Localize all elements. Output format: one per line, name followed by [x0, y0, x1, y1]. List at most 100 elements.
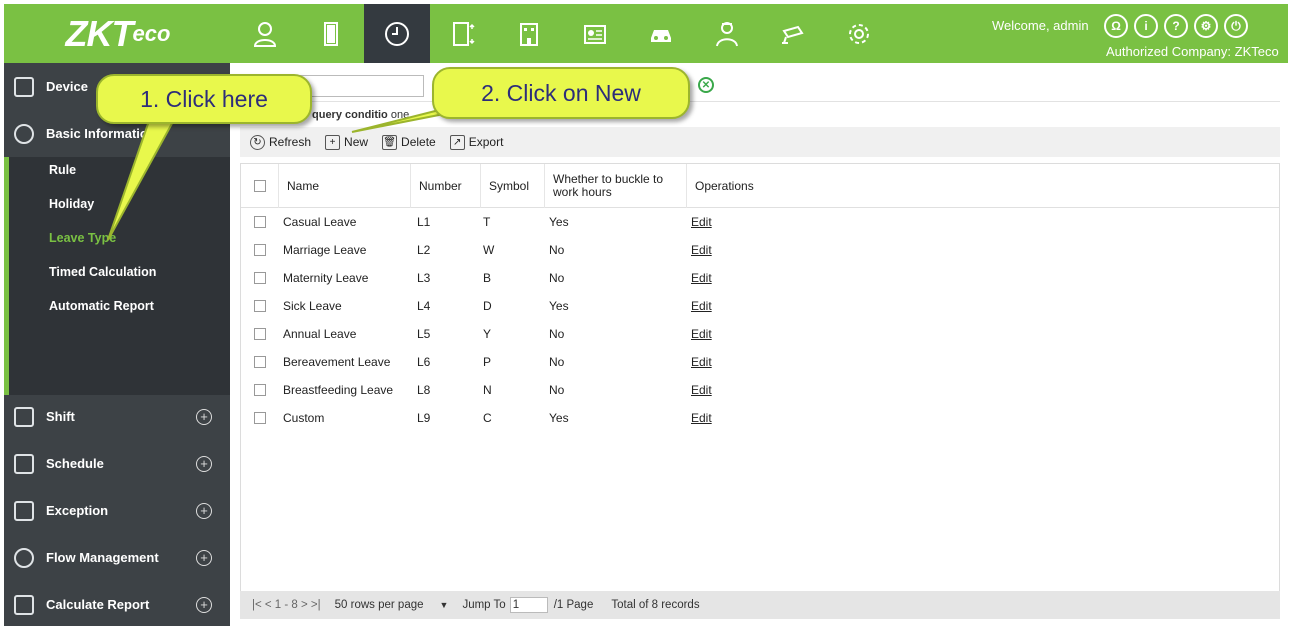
header-symbol[interactable]: Symbol — [481, 164, 545, 208]
expand-icon[interactable]: + — [196, 455, 212, 472]
parking-module-icon[interactable] — [628, 4, 694, 63]
row-checkbox[interactable] — [254, 216, 266, 228]
settings-icon[interactable]: ⚙ — [1194, 14, 1218, 38]
sidebar-item-automatic-report[interactable]: Automatic Report — [49, 299, 154, 313]
sidebar-item-label: Calculate Report — [46, 597, 150, 612]
patrol-module-icon[interactable] — [694, 4, 760, 63]
query-conditions: query conditio one — [312, 109, 409, 121]
logout-icon[interactable]: ⏻ — [1224, 14, 1248, 38]
table-row[interactable]: Sick Leave L4 D Yes Edit — [241, 292, 1279, 320]
header-name[interactable]: Name — [279, 164, 411, 208]
row-checkbox-cell — [241, 376, 279, 404]
export-icon: ↗ — [449, 134, 465, 150]
expand-icon[interactable]: + — [196, 408, 212, 425]
table-row[interactable]: Annual Leave L5 Y No Edit — [241, 320, 1279, 348]
select-all-checkbox[interactable] — [253, 180, 266, 192]
rows-per-page[interactable]: 50 rows per page — [335, 599, 424, 611]
table-row[interactable]: Casual Leave L1 T Yes Edit — [241, 208, 1279, 236]
sidebar-item-timed-calculation[interactable]: Timed Calculation — [49, 265, 156, 279]
cell-buckle: Yes — [549, 299, 569, 313]
elevator-module-icon[interactable] — [430, 4, 496, 63]
basic-information-submenu: Rule Holiday Leave Type Timed Calculatio… — [4, 157, 230, 395]
row-checkbox[interactable] — [254, 244, 266, 256]
refresh-button[interactable]: ↻ Refresh — [250, 134, 312, 150]
cell-buckle: No — [549, 383, 565, 397]
sidebar-item-flow-management[interactable]: Flow Management + — [4, 534, 230, 581]
sidebar-item-rule[interactable]: Rule — [49, 163, 76, 177]
sidebar-item-label: Schedule — [46, 456, 104, 471]
sidebar-item-calculate-report[interactable]: Calculate Report + — [4, 581, 230, 626]
help-icon[interactable]: ? — [1164, 14, 1188, 38]
personal-icon[interactable]: Ω — [1104, 14, 1128, 38]
table-row[interactable]: Breastfeeding Leave L8 N No Edit — [241, 376, 1279, 404]
logo-tail-text: eco — [132, 20, 171, 46]
shift-icon — [14, 406, 34, 427]
header-number[interactable]: Number — [411, 164, 481, 208]
edit-link[interactable]: Edit — [691, 327, 712, 341]
sidebar-item-holiday[interactable]: Holiday — [49, 197, 94, 211]
door-module-icon[interactable] — [298, 4, 364, 63]
cell-name: Casual Leave — [283, 215, 357, 229]
clear-query-icon[interactable]: ✕ — [698, 77, 714, 93]
edit-link[interactable]: Edit — [691, 355, 712, 369]
total-records: Total of 8 records — [611, 599, 700, 611]
attendance-clock-module-icon[interactable] — [364, 4, 430, 63]
leave-type-table: Name Number Symbol Whether to buckle to … — [240, 163, 1280, 593]
cell-operations: Edit — [691, 348, 791, 376]
sidebar-item-exception[interactable]: Exception + — [4, 487, 230, 534]
cell-symbol: W — [483, 243, 495, 257]
sidebar-item-label: Exception — [46, 503, 109, 518]
table-row[interactable]: Maternity Leave L3 B No Edit — [241, 264, 1279, 292]
row-checkbox[interactable] — [254, 300, 266, 312]
edit-link[interactable]: Edit — [691, 299, 712, 313]
edit-link[interactable]: Edit — [691, 271, 712, 285]
table-row[interactable]: Marriage Leave L2 W No Edit — [241, 236, 1279, 264]
hotel-module-icon[interactable] — [496, 4, 562, 63]
header-buckle[interactable]: Whether to buckle to work hours — [545, 164, 687, 208]
edit-link[interactable]: Edit — [691, 411, 712, 425]
table-row[interactable]: Bereavement Leave L6 P No Edit — [241, 348, 1279, 376]
sidebar-item-leave-type[interactable]: Leave Type — [49, 231, 116, 245]
refresh-label: Refresh — [269, 135, 312, 149]
sidebar-item-shift[interactable]: Shift + — [4, 393, 230, 440]
row-checkbox-cell — [241, 348, 279, 376]
edit-link[interactable]: Edit — [691, 383, 712, 397]
expand-icon[interactable]: + — [196, 596, 212, 613]
cell-symbol: P — [483, 355, 492, 369]
cell-number: L1 — [417, 215, 431, 229]
new-label: New — [344, 135, 369, 149]
sidebar-item-schedule[interactable]: Schedule + — [4, 440, 230, 487]
zkteco-logo: ZKT eco — [4, 4, 232, 63]
expand-icon[interactable]: + — [196, 502, 212, 519]
visitor-module-icon[interactable] — [562, 4, 628, 63]
export-button[interactable]: ↗ Export — [449, 134, 503, 150]
expand-icon[interactable]: + — [196, 549, 212, 566]
row-checkbox[interactable] — [254, 412, 266, 424]
schedule-icon — [14, 453, 34, 474]
device-icon — [14, 76, 34, 97]
authorized-company: Authorized Company: ZKTeco — [1106, 44, 1279, 59]
row-checkbox[interactable] — [254, 356, 266, 368]
about-icon[interactable]: i — [1134, 14, 1158, 38]
new-button[interactable]: + New — [325, 134, 369, 150]
cell-operations: Edit — [691, 376, 791, 404]
cell-name: Marriage Leave — [283, 243, 367, 257]
edit-link[interactable]: Edit — [691, 215, 712, 229]
callout-click-here: 1. Click here — [96, 74, 312, 124]
system-settings-module-icon[interactable] — [826, 4, 892, 63]
edit-link[interactable]: Edit — [691, 243, 712, 257]
table-row[interactable]: Custom L9 C Yes Edit — [241, 404, 1279, 432]
row-checkbox[interactable] — [254, 272, 266, 284]
jump-to-input[interactable]: 1 — [509, 597, 548, 613]
row-checkbox[interactable] — [254, 384, 266, 396]
basic-information-icon — [14, 123, 34, 144]
personnel-module-icon[interactable] — [232, 4, 298, 63]
cell-number: L2 — [417, 243, 431, 257]
video-module-icon[interactable] — [760, 4, 826, 63]
delete-button[interactable]: 🗑 Delete — [382, 134, 436, 150]
row-checkbox[interactable] — [254, 328, 266, 340]
page-nav[interactable]: |< < 1 - 8 > >| — [252, 599, 321, 611]
rows-per-page-dropdown-icon[interactable]: ▼ — [440, 600, 449, 610]
cell-name: Breastfeeding Leave — [283, 383, 394, 397]
pagination-bar: |< < 1 - 8 > >| 50 rows per page ▼ Jump … — [240, 591, 1280, 619]
